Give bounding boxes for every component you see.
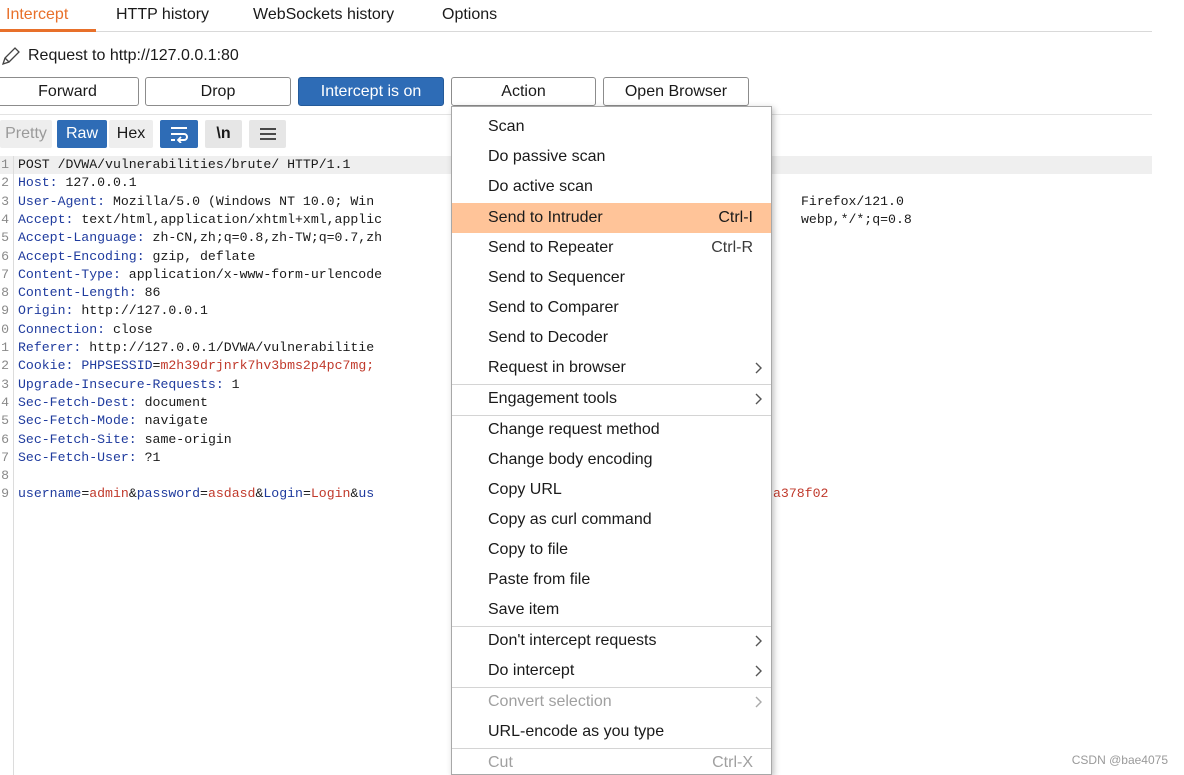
menu-item-dont-intercept-requests[interactable]: Don't intercept requests <box>452 626 771 656</box>
menu-item-scan[interactable]: Scan <box>452 112 771 142</box>
menu-item-do-active-scan[interactable]: Do active scan <box>452 172 771 202</box>
word-wrap-icon <box>171 127 188 143</box>
shortcut-label: Ctrl-I <box>718 209 753 226</box>
request-target: Request to http://127.0.0.1:80 <box>0 44 239 68</box>
chevron-right-icon <box>755 696 762 708</box>
menu-item-send-to-decoder[interactable]: Send to Decoder <box>452 323 771 353</box>
action-context-menu: Scan Do passive scan Do active scan Send… <box>451 106 772 775</box>
menu-item-change-request-method[interactable]: Change request method <box>452 415 771 445</box>
pencil-icon <box>1 47 20 66</box>
tab-http-history[interactable]: HTTP history <box>116 5 209 25</box>
menu-item-copy-as-curl[interactable]: Copy as curl command <box>452 505 771 535</box>
action-button[interactable]: Action <box>451 77 596 106</box>
menu-item-convert-selection: Convert selection <box>452 687 771 717</box>
menu-item-do-passive-scan[interactable]: Do passive scan <box>452 142 771 172</box>
gutter-divider <box>13 156 14 775</box>
raw-view-button[interactable]: Raw <box>57 120 107 148</box>
hex-view-button[interactable]: Hex <box>109 120 153 148</box>
menu-item-save-item[interactable]: Save item <box>452 595 771 625</box>
menu-item-do-intercept[interactable]: Do intercept <box>452 656 771 686</box>
forward-button[interactable]: Forward <box>0 77 139 106</box>
menu-item-engagement-tools[interactable]: Engagement tools <box>452 384 771 414</box>
chevron-right-icon <box>755 665 762 677</box>
show-newlines-button[interactable]: \n <box>205 120 242 148</box>
shortcut-label: Ctrl-R <box>711 239 753 256</box>
tab-options[interactable]: Options <box>442 5 497 25</box>
menu-item-send-to-comparer[interactable]: Send to Comparer <box>452 293 771 323</box>
tab-websockets-history[interactable]: WebSockets history <box>253 5 394 25</box>
menu-item-copy-to-file[interactable]: Copy to file <box>452 535 771 565</box>
open-browser-button[interactable]: Open Browser <box>603 77 749 106</box>
word-wrap-button[interactable] <box>160 120 198 148</box>
watermark: CSDN @bae4075 <box>1071 753 1168 767</box>
active-tab-underline <box>0 29 96 32</box>
shortcut-label: Ctrl-X <box>712 754 753 771</box>
top-tabs: Intercept HTTP history WebSockets histor… <box>0 0 1152 32</box>
hamburger-menu-button[interactable] <box>249 120 286 148</box>
menu-item-request-in-browser[interactable]: Request in browser <box>452 353 771 383</box>
hamburger-icon <box>259 128 276 140</box>
menu-item-copy-url[interactable]: Copy URL <box>452 475 771 505</box>
tab-intercept[interactable]: Intercept <box>6 5 68 25</box>
request-url-label: Request to http://127.0.0.1:80 <box>28 47 239 64</box>
drop-button[interactable]: Drop <box>145 77 291 106</box>
pretty-view-button[interactable]: Pretty <box>0 120 52 148</box>
menu-item-url-encode-as-you-type[interactable]: URL-encode as you type <box>452 717 771 747</box>
intercept-toggle-button[interactable]: Intercept is on <box>298 77 444 106</box>
menu-item-send-to-intruder[interactable]: Send to Intruder Ctrl-I <box>452 203 771 233</box>
menu-item-change-body-encoding[interactable]: Change body encoding <box>452 445 771 475</box>
chevron-right-icon <box>755 635 762 647</box>
chevron-right-icon <box>755 362 762 374</box>
menu-item-cut: Cut Ctrl-X <box>488 754 753 771</box>
menu-item-paste-from-file[interactable]: Paste from file <box>452 565 771 595</box>
chevron-right-icon <box>755 393 762 405</box>
menu-item-send-to-sequencer[interactable]: Send to Sequencer <box>452 263 771 293</box>
menu-item-send-to-repeater[interactable]: Send to Repeater Ctrl-R <box>452 233 771 263</box>
